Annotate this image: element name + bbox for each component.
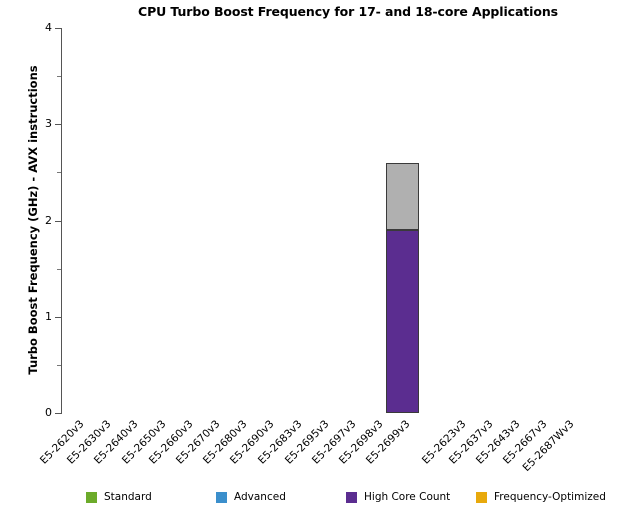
y-tick-label-text: 2: [45, 213, 52, 227]
legend-swatch-icon: [346, 491, 357, 503]
chart-title: CPU Turbo Boost Frequency for 17- and 18…: [138, 4, 558, 19]
y-minor-tick-mark: [57, 172, 61, 174]
legend-swatch-icon: [216, 491, 227, 503]
legend-item[interactable]: High Core Count: [346, 491, 476, 503]
bar-segment-base[interactable]: [386, 230, 420, 413]
y-tick-label-text: 3: [45, 117, 52, 131]
bar-stack[interactable]: [386, 28, 420, 413]
legend-label: Advanced: [234, 491, 286, 503]
y-tick-label: 3: [24, 118, 52, 130]
legend-swatch-icon: [476, 491, 487, 503]
y-tick-label-text: 0: [45, 406, 52, 419]
y-tick-label-text: 1: [45, 309, 52, 323]
plot-area: [62, 28, 634, 413]
y-tick-label: 1: [24, 311, 52, 323]
legend-item[interactable]: Standard: [86, 491, 216, 503]
y-tick-label: 4: [24, 22, 52, 34]
y-tick-label-text: 4: [45, 21, 52, 34]
y-tick-label: 0: [24, 407, 52, 419]
bar-segment-top[interactable]: [386, 162, 420, 231]
y-tick-mark: [55, 413, 61, 414]
legend-label: Frequency-Optimized: [494, 491, 606, 503]
y-minor-tick-mark: [57, 268, 61, 270]
legend-label: High Core Count: [364, 491, 451, 503]
legend-item[interactable]: Frequency-Optimized: [476, 491, 606, 503]
y-tick-label: 2: [24, 215, 52, 227]
y-tick-mark: [55, 124, 61, 126]
chart-legend: Standard Advanced High Core Count Frequency…: [86, 487, 606, 507]
y-minor-tick-mark: [57, 364, 61, 366]
y-tick-mark: [55, 28, 61, 29]
chart-figure: CPU Turbo Boost Frequency for 17- and 18…: [0, 0, 634, 510]
legend-item[interactable]: Advanced: [216, 491, 346, 503]
y-minor-tick-mark: [57, 76, 61, 78]
legend-swatch-icon: [86, 491, 97, 503]
legend-label: Standard: [104, 491, 152, 503]
y-tick-mark: [55, 316, 61, 318]
y-tick-mark: [55, 220, 61, 222]
